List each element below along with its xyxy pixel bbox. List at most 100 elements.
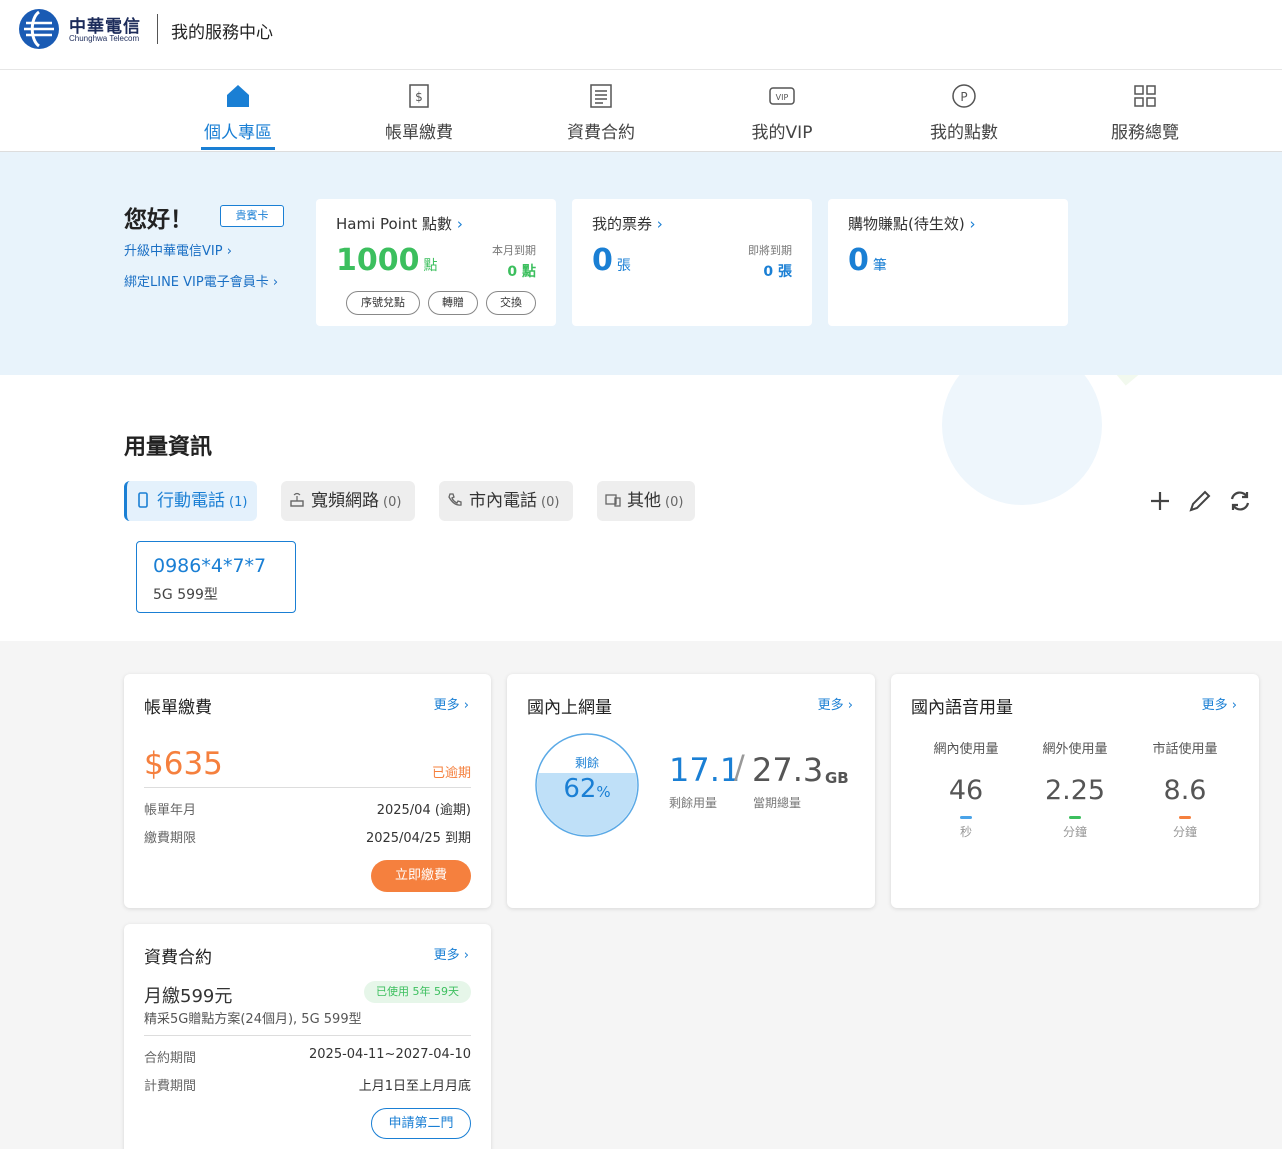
phone-number: 0986*4*7*7 xyxy=(153,555,267,577)
chevron-right-icon: › xyxy=(272,275,279,290)
contract-plan: 月繳599元 xyxy=(144,986,233,1007)
usage-value: 46 xyxy=(948,775,984,806)
hami-point-number: 1000 xyxy=(336,243,420,278)
svg-text:$: $ xyxy=(415,90,423,104)
nav-label: 我的點數 xyxy=(930,123,998,143)
nav-item-points[interactable]: P 我的點數 xyxy=(894,70,1034,152)
nav-item-bill[interactable]: $ 帳單繳費 xyxy=(349,70,489,152)
refresh-icon[interactable] xyxy=(1226,487,1254,515)
more-label: 更多 xyxy=(817,698,844,713)
shopping-title: 購物賺點(待生效) xyxy=(848,215,965,233)
tab-broadband[interactable]: 寬頻網路 (0) xyxy=(281,481,415,521)
greeting: 您好！ xyxy=(124,207,193,233)
data-usage-panel: 國內上網量 更多 › 剩餘 62% 17.1 / 27.3 GB 剩餘用量 當期… xyxy=(507,674,875,908)
edit-icon[interactable] xyxy=(1186,487,1214,515)
tab-label: 行動電話 xyxy=(157,491,225,511)
svg-text:VIP: VIP xyxy=(776,93,789,102)
contract-panel-title: 資費合約 xyxy=(144,948,212,968)
tab-count: (0) xyxy=(383,495,402,510)
divider xyxy=(144,1035,471,1036)
nav-item-vip[interactable]: VIP 我的VIP xyxy=(712,70,852,152)
tab-landline[interactable]: 市內電話 (0) xyxy=(439,481,573,521)
usage-unit: 分鐘 xyxy=(1062,825,1087,839)
off-net-usage: 網外使用量 2.25 分鐘 xyxy=(1025,738,1125,840)
usage-label: 市話使用量 xyxy=(1152,742,1218,757)
chevron-right-icon: › xyxy=(847,698,853,713)
bill-more-link[interactable]: 更多 › xyxy=(434,694,469,713)
tab-label: 市內電話 xyxy=(469,491,537,511)
tab-mobile[interactable]: 行動電話 (1) xyxy=(124,481,257,521)
contract-icon xyxy=(590,84,612,108)
billing-period-value: 上月1日至上月月底 xyxy=(358,1079,471,1094)
tab-label: 其他 xyxy=(627,491,661,511)
tickets-number: 0 xyxy=(592,243,613,278)
tickets-unit: 張 xyxy=(616,258,631,274)
tickets-title: 我的票券 xyxy=(592,215,653,233)
divider xyxy=(144,787,471,788)
tab-label: 寬頻網路 xyxy=(311,491,379,511)
usage-bar xyxy=(1179,816,1191,819)
tab-other[interactable]: 其他 (0) xyxy=(597,481,695,521)
vip-icon: VIP xyxy=(769,87,795,105)
bill-due-label: 繳費期限 xyxy=(144,831,197,846)
more-label: 更多 xyxy=(1201,698,1228,713)
points-icon: P xyxy=(952,84,976,108)
hami-point-card: Hami Point 點數 › 1000 點 本月到期 0 點 序號兌點 轉贈 交… xyxy=(316,199,556,326)
contract-period-value: 2025-04-11~2027-04-10 xyxy=(309,1047,471,1062)
bill-month-label: 帳單年月 xyxy=(144,803,197,818)
nav-item-services[interactable]: 服務總覽 xyxy=(1075,70,1215,152)
redeem-code-button[interactable]: 序號兌點 xyxy=(346,291,420,315)
chevron-right-icon: › xyxy=(456,215,463,233)
pay-now-button[interactable]: 立即繳費 xyxy=(371,860,471,892)
contract-period-label: 合約期間 xyxy=(144,1051,197,1066)
tab-count: (1) xyxy=(229,495,248,510)
shopping-title-link[interactable]: 購物賺點(待生效) › xyxy=(848,213,976,234)
bill-panel: 帳單繳費 更多 › $635 已逾期 帳單年月 2025/04 (逾期) 繳費期… xyxy=(124,674,491,908)
shopping-value: 0筆 xyxy=(848,243,887,278)
nav-item-contract[interactable]: 資費合約 xyxy=(531,70,671,152)
tickets-expire-label: 即將到期 xyxy=(748,244,792,257)
tab-count: (0) xyxy=(665,495,684,510)
decorative-stripe xyxy=(1100,375,1282,386)
logo-subtext: Chunghwa Telecom xyxy=(69,34,140,43)
chevron-right-icon: › xyxy=(969,215,976,233)
chevron-right-icon: › xyxy=(656,215,663,233)
chevron-right-icon: › xyxy=(226,244,232,259)
tickets-title-link[interactable]: 我的票券 › xyxy=(592,213,663,234)
nav-label: 資費合約 xyxy=(567,123,635,143)
transfer-button[interactable]: 轉贈 xyxy=(428,291,478,315)
apply-second-line-button[interactable]: 申請第二門 xyxy=(371,1108,471,1139)
percent-number: 62 xyxy=(563,774,597,804)
contract-more-link[interactable]: 更多 › xyxy=(434,944,469,963)
tickets-card: 我的票券 › 0張 即將到期 0 張 xyxy=(572,199,812,326)
bind-line-label: 綁定LINE VIP電子會員卡 xyxy=(124,275,269,290)
add-icon[interactable] xyxy=(1146,487,1174,515)
nav-item-personal[interactable]: 個人專區 xyxy=(168,70,308,152)
usage-unit: 分鐘 xyxy=(1172,825,1197,839)
usage-value: 8.6 xyxy=(1163,775,1207,806)
nav-active-indicator xyxy=(201,147,275,150)
hami-point-title-link[interactable]: Hami Point 點數 › xyxy=(336,213,463,234)
usage-section: 用量資訊 行動電話 (1) 寬頻網路 (0) 市內電話 (0) 其他 (0) 0986*… xyxy=(0,375,1282,641)
billing-period-label: 計費期間 xyxy=(144,1079,197,1094)
exchange-button[interactable]: 交換 xyxy=(486,291,536,315)
phone-number-card[interactable]: 0986*4*7*7 5G 599型 xyxy=(136,541,296,613)
bill-due-value: 2025/04/25 到期 xyxy=(365,831,471,846)
voice-more-link[interactable]: 更多 › xyxy=(1202,694,1237,713)
bind-line-link[interactable]: 綁定LINE VIP電子會員卡 › xyxy=(124,271,278,290)
tickets-expire-value: 0 張 xyxy=(763,264,792,280)
upgrade-vip-link[interactable]: 升級中華電信VIP › xyxy=(124,240,232,259)
usage-label: 網外使用量 xyxy=(1042,742,1108,757)
usage-unit: 秒 xyxy=(959,825,972,839)
chevron-right-icon: › xyxy=(463,698,469,713)
data-used-label: 剩餘用量 xyxy=(669,796,718,810)
usage-value: 2.25 xyxy=(1044,775,1106,806)
svg-text:P: P xyxy=(960,90,967,104)
usage-bar xyxy=(960,816,972,819)
main-nav: 個人專區 $ 帳單繳費 資費合約 VIP 我的VIP P 我的點數 服務總覽 xyxy=(0,70,1282,152)
landline-usage: 市話使用量 8.6 分鐘 xyxy=(1135,738,1235,840)
bill-month-value: 2025/04 (逾期) xyxy=(376,803,471,818)
chevron-right-icon: › xyxy=(1231,698,1237,713)
data-more-link[interactable]: 更多 › xyxy=(818,694,853,713)
chunghwa-logo-icon[interactable] xyxy=(18,8,60,50)
